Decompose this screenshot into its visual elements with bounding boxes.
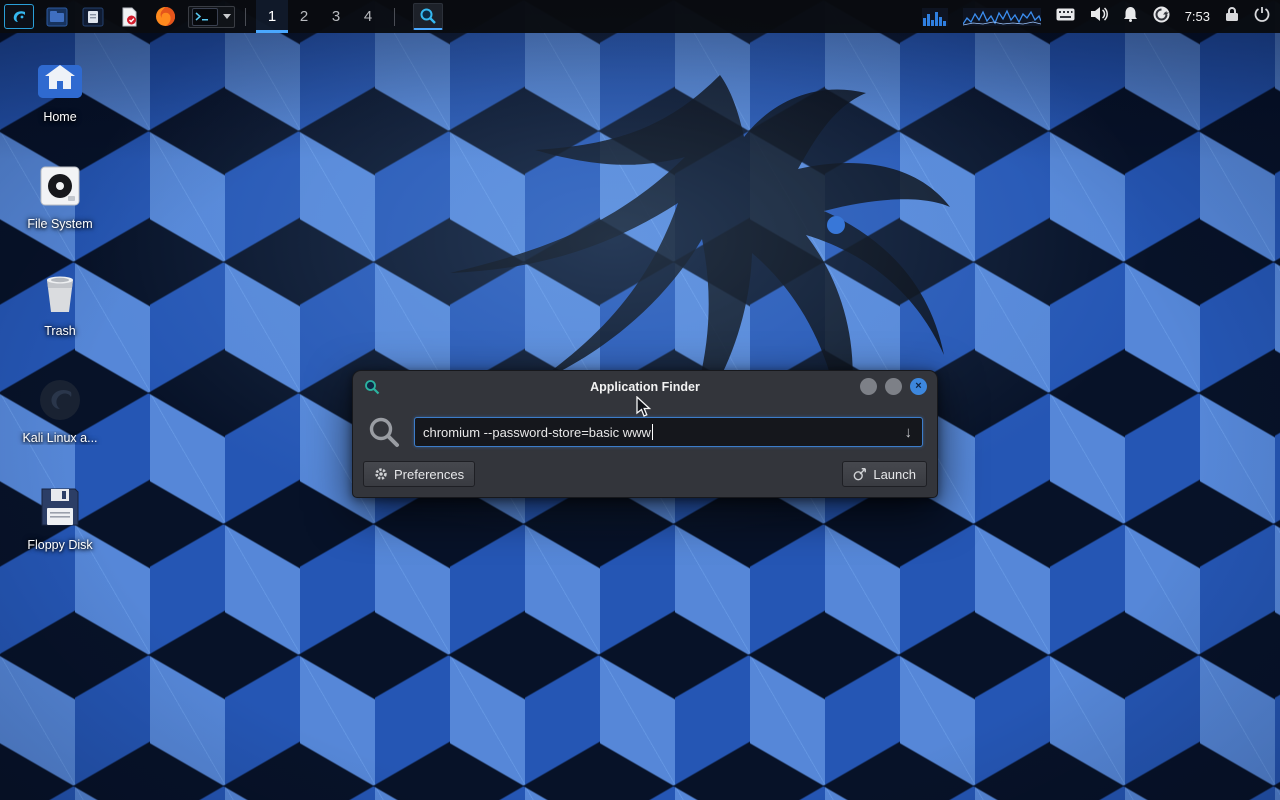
preferences-button[interactable]: Preferences [363, 461, 475, 487]
terminal-icon [192, 8, 218, 26]
launch-icon [853, 467, 867, 481]
taskbar-application-finder-button[interactable] [413, 3, 443, 30]
desktop-icon-kali-docs[interactable]: Kali Linux a... [12, 377, 108, 445]
text-editor-icon [119, 7, 139, 27]
workspace-1[interactable]: 1 [256, 0, 288, 33]
panel-separator-2 [394, 8, 395, 26]
application-finder-task-icon [419, 7, 437, 25]
desktop-icon-file-system[interactable]: File System [12, 163, 108, 231]
applications-menu-button[interactable] [4, 4, 34, 29]
session-logout[interactable] [1254, 6, 1270, 27]
volume-control[interactable] [1090, 6, 1108, 27]
desktop-icon-label: File System [12, 217, 108, 231]
workspace-2[interactable]: 2 [288, 0, 320, 33]
desktop-icon-label: Home [12, 110, 108, 124]
launch-button[interactable]: Launch [842, 461, 927, 487]
power-icon [1254, 6, 1270, 22]
desktop-icon-label: Floppy Disk [12, 538, 108, 552]
workspace-2-label: 2 [300, 8, 308, 25]
launcher-firefox[interactable] [152, 4, 178, 30]
files-icon [82, 7, 104, 27]
text-caret [652, 424, 654, 440]
notifications[interactable] [1123, 6, 1138, 27]
workspace-4[interactable]: 4 [352, 0, 384, 33]
launch-label: Launch [873, 467, 916, 482]
application-finder-window: Application Finder × chromium --password… [352, 370, 938, 498]
command-text: chromium --password-store=basic www [423, 425, 651, 440]
firefox-icon [155, 6, 176, 27]
desktop-icon-label: Kali Linux a... [12, 431, 108, 445]
keyboard-icon [1056, 8, 1075, 21]
update-icon [1153, 6, 1170, 23]
launcher-file-manager[interactable] [44, 4, 70, 30]
lock-icon [1225, 6, 1239, 22]
close-icon: × [915, 381, 921, 392]
preferences-label: Preferences [394, 467, 464, 482]
mouse-cursor [636, 396, 652, 418]
desktop-icon-label: Trash [12, 324, 108, 338]
network-graph-icon [963, 8, 1041, 26]
command-input[interactable]: chromium --password-store=basic www ↓ [414, 417, 923, 447]
workspace-3[interactable]: 3 [320, 0, 352, 33]
window-title: Application Finder [590, 380, 700, 394]
cpu-graph-icon [922, 8, 948, 26]
desktop-icon-trash[interactable]: Trash [12, 270, 108, 338]
desktop-icon-floppy-disk[interactable]: Floppy Disk [12, 484, 108, 552]
clock[interactable]: 7:53 [1185, 9, 1210, 24]
close-button[interactable]: × [910, 378, 927, 395]
maximize-button[interactable] [885, 378, 902, 395]
floppy-disk-icon [12, 484, 108, 530]
launcher-files[interactable] [80, 4, 106, 30]
trash-icon [12, 270, 108, 316]
search-icon [367, 415, 401, 449]
file-system-icon [12, 163, 108, 209]
terminal-profile-chevron-icon[interactable] [223, 14, 231, 19]
desktop-icon-home[interactable]: Home [12, 56, 108, 124]
workspace-3-label: 3 [332, 8, 340, 25]
bell-icon [1123, 6, 1138, 22]
launcher-terminal[interactable] [188, 6, 235, 28]
minimize-button[interactable] [860, 378, 877, 395]
gear-icon [374, 467, 388, 481]
volume-icon [1090, 6, 1108, 22]
keyboard-indicator[interactable] [1056, 8, 1075, 26]
workspace-4-label: 4 [364, 8, 372, 25]
file-manager-icon [46, 7, 68, 27]
update-notifier[interactable] [1153, 6, 1170, 28]
clock-label: 7:53 [1185, 9, 1210, 24]
history-dropdown-arrow-icon[interactable]: ↓ [903, 425, 915, 440]
window-finder-icon [364, 379, 380, 395]
launcher-text-editor[interactable] [116, 4, 142, 30]
panel-separator [245, 8, 246, 26]
workspace-1-label: 1 [268, 8, 276, 25]
top-panel: 1 2 3 4 [0, 0, 1280, 33]
cpu-graph-widget[interactable] [922, 8, 948, 26]
kali-menu-icon [10, 9, 28, 25]
screen-lock[interactable] [1225, 6, 1239, 27]
network-graph-widget[interactable] [963, 8, 1041, 26]
home-icon [12, 56, 108, 102]
kali-docs-icon [12, 377, 108, 423]
